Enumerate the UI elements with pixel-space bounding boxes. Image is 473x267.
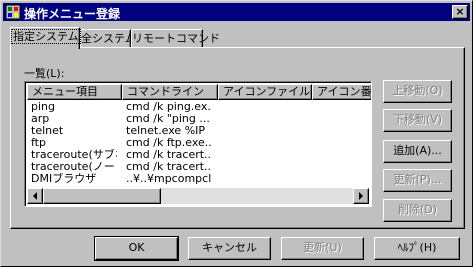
- list-item[interactable]: DMIブラウザ ..¥..¥mpcompcl¥...: [27, 173, 361, 185]
- arrow-left-icon: [33, 192, 37, 200]
- help-button[interactable]: ﾍﾙﾌﾟ(H): [374, 237, 460, 260]
- command-line-cell: cmd /k "ping ...: [126, 113, 210, 125]
- tab-specified-system[interactable]: 指定システム: [10, 27, 81, 49]
- column-header-command-line[interactable]: コマンドライン: [122, 84, 218, 100]
- menu-item-cell: telnet: [31, 125, 64, 137]
- command-line-cell: cmd /k tracert...: [126, 149, 211, 161]
- menu-item-cell: traceroute(ノード): [31, 161, 117, 173]
- window-title: 操作メニュー登録: [24, 7, 121, 21]
- update-entry-button[interactable]: 更新(P)...: [383, 169, 452, 192]
- move-up-button[interactable]: 上移動(O): [383, 80, 452, 103]
- menu-item-cell: DMIブラウザ: [31, 173, 97, 185]
- add-button[interactable]: 追加(A)...: [383, 140, 452, 163]
- command-line-cell: ..¥..¥mpcompcl¥...: [126, 173, 211, 185]
- column-header-menu-item[interactable]: メニュー項目: [27, 84, 122, 100]
- horizontal-scrollbar[interactable]: [27, 188, 369, 204]
- menu-item-cell: ping: [31, 101, 55, 113]
- list-item[interactable]: traceroute(サブネ... cmd /k tracert...: [27, 149, 361, 161]
- tab-all-systems[interactable]: 全システム: [80, 29, 136, 49]
- command-line-cell: cmd /k tracert...: [126, 161, 211, 173]
- list-item[interactable]: telnet telnet.exe %IP: [27, 125, 361, 137]
- close-button[interactable]: ×: [452, 5, 468, 19]
- list-item[interactable]: traceroute(ノード) cmd /k tracert...: [27, 161, 361, 173]
- scroll-left-button[interactable]: [27, 188, 43, 204]
- list-item[interactable]: arp cmd /k "ping ...: [27, 113, 361, 125]
- command-line-cell: cmd /k ping.ex...: [126, 101, 211, 113]
- tab-label: 全システム: [81, 32, 136, 45]
- menu-item-cell: ftp: [31, 137, 46, 149]
- move-down-button[interactable]: 下移動(V): [383, 109, 452, 132]
- apply-button[interactable]: 更新(U): [281, 237, 364, 260]
- cancel-button[interactable]: キャンセル: [188, 237, 271, 260]
- command-line-cell: telnet.exe %IP: [126, 125, 206, 137]
- command-line-cell: cmd /k ftp.exe...: [126, 137, 211, 149]
- tab-label: リモートコマンド: [132, 32, 220, 45]
- app-icon: [5, 4, 21, 20]
- scrollbar-thumb[interactable]: [43, 188, 161, 204]
- menu-item-cell: arp: [31, 113, 50, 125]
- delete-button[interactable]: 削除(D): [383, 199, 452, 222]
- list-item[interactable]: ping cmd /k ping.ex...: [27, 101, 361, 113]
- title-bar[interactable]: 操作メニュー登録 ×: [3, 3, 470, 21]
- list-label: 一覧(L):: [24, 67, 65, 80]
- arrow-right-icon: [359, 192, 363, 200]
- column-header-icon-number[interactable]: アイコン番号: [312, 84, 371, 100]
- close-icon: ×: [455, 5, 465, 18]
- dialog-window: 操作メニュー登録 × 指定システム 全システム リモートコマンド 一覧(L): …: [0, 0, 473, 267]
- ok-button[interactable]: OK: [94, 236, 179, 261]
- menu-item-cell: traceroute(サブネ...: [31, 149, 117, 161]
- tab-label: 指定システム: [11, 29, 81, 44]
- column-header-icon-file[interactable]: アイコンファイル: [218, 84, 312, 100]
- command-list[interactable]: メニュー項目 コマンドライン アイコンファイル アイコン番号 ping cmd …: [24, 81, 372, 207]
- list-item[interactable]: ftp cmd /k ftp.exe...: [27, 137, 361, 149]
- tab-remote-command[interactable]: リモートコマンド: [131, 29, 220, 49]
- scroll-right-button[interactable]: [353, 188, 369, 204]
